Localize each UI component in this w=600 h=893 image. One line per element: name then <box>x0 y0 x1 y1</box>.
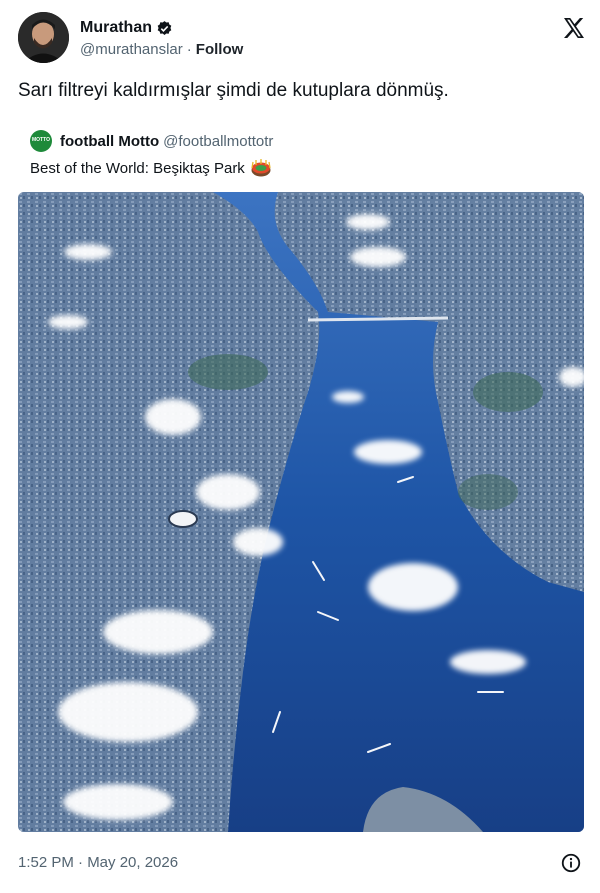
timestamp[interactable]: 1:52 PM · May 20, 2026 <box>18 854 178 871</box>
quoted-tweet[interactable]: MOTTO football Motto @footballmottotr Be… <box>18 122 584 834</box>
author-handle[interactable]: @murathanslar <box>80 41 183 58</box>
stadium-emoji-icon <box>251 159 271 177</box>
aerial-photo[interactable] <box>18 192 584 832</box>
author-avatar[interactable] <box>18 12 69 63</box>
handle-separator: · <box>186 41 192 58</box>
follow-button[interactable]: Follow <box>196 41 244 58</box>
quoted-avatar[interactable]: MOTTO <box>30 130 52 152</box>
author-name[interactable]: Murathan <box>80 19 152 37</box>
quoted-avatar-text: MOTTO <box>32 137 50 143</box>
quoted-text: Best of the World: Beşiktaş Park <box>30 159 245 177</box>
tweet-text: Sarı filtreyi kaldırmışlar şimdi de kutu… <box>18 80 449 101</box>
tweet-footer: 1:52 PM · May 20, 2026 <box>18 852 582 874</box>
x-logo-icon[interactable] <box>562 16 586 40</box>
verified-badge-icon <box>157 20 172 35</box>
tweet-header: Murathan @murathanslar · Follow <box>18 12 588 66</box>
quoted-author-handle[interactable]: @footballmottotr <box>163 133 273 150</box>
quoted-author-name[interactable]: football Motto <box>60 133 159 150</box>
info-icon[interactable] <box>560 852 582 874</box>
